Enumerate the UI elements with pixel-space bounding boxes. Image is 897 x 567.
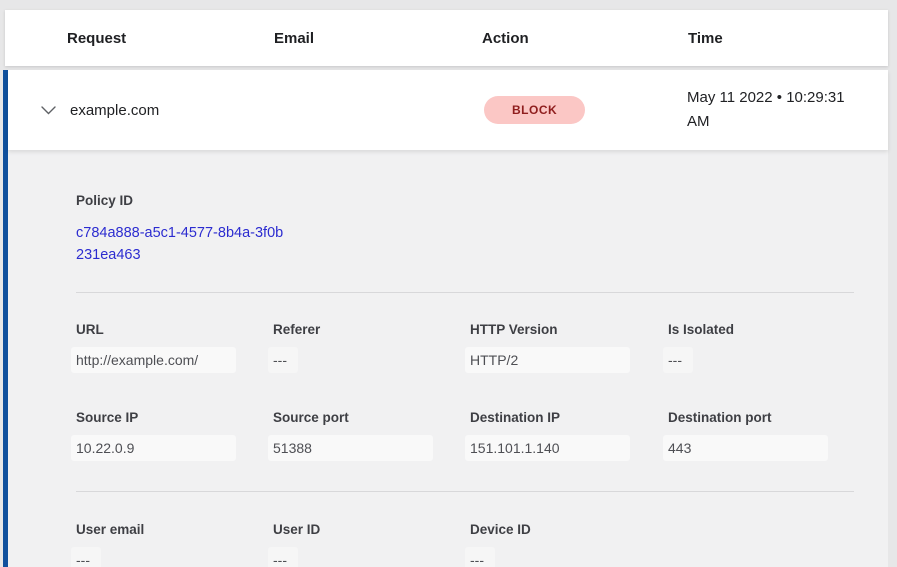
column-header-email: Email (274, 30, 482, 47)
field-user-id-label: User ID (273, 522, 470, 537)
field-is-isolated-label: Is Isolated (668, 322, 854, 337)
row-action-cell: BLOCK (484, 96, 687, 124)
logs-page: Request Email Action Time example.com BL… (0, 0, 897, 567)
field-destination-port: Destination port 443 (668, 410, 854, 461)
table-row[interactable]: example.com BLOCK May 11 2022 • 10:29:31… (8, 70, 888, 150)
expanded-record-card: example.com BLOCK May 11 2022 • 10:29:31… (3, 70, 888, 567)
field-user-email: User email --- (76, 522, 273, 567)
field-destination-ip-value: 151.101.1.140 (465, 435, 630, 461)
field-destination-port-value: 443 (663, 435, 828, 461)
field-destination-ip-label: Destination IP (470, 410, 668, 425)
field-device-id-label: Device ID (470, 522, 668, 537)
field-url: URL http://example.com/ (76, 322, 273, 373)
field-user-email-label: User email (76, 522, 273, 537)
details-row-user: User email --- User ID --- Device ID --- (76, 522, 854, 567)
field-destination-port-label: Destination port (668, 410, 854, 425)
field-referer: Referer --- (273, 322, 470, 373)
field-source-ip: Source IP 10.22.0.9 (76, 410, 273, 461)
field-user-email-value: --- (71, 547, 101, 567)
policy-id-label: Policy ID (76, 193, 286, 208)
section-divider (76, 292, 854, 293)
field-http-version: HTTP Version HTTP/2 (470, 322, 668, 373)
field-source-ip-value: 10.22.0.9 (71, 435, 236, 461)
record-details-panel: Policy ID c784a888-a5c1-4577-8b4a-3f0b23… (8, 150, 888, 567)
column-header-time: Time (688, 30, 888, 47)
field-is-isolated: Is Isolated --- (668, 322, 854, 373)
details-row-http: URL http://example.com/ Referer --- HTTP… (76, 322, 854, 373)
field-destination-ip: Destination IP 151.101.1.140 (470, 410, 668, 461)
field-source-port: Source port 51388 (273, 410, 470, 461)
field-device-id-value: --- (465, 547, 495, 567)
section-divider (76, 491, 854, 492)
field-user-id: User ID --- (273, 522, 470, 567)
field-referer-label: Referer (273, 322, 470, 337)
field-referer-value: --- (268, 347, 298, 373)
row-time-value: May 11 2022 • 10:29:31 AM (687, 86, 888, 134)
policy-id-link[interactable]: c784a888-a5c1-4577-8b4a-3f0b231ea463 (76, 223, 286, 266)
field-is-isolated-value: --- (663, 347, 693, 373)
field-device-id: Device ID --- (470, 522, 668, 567)
row-expand-toggle[interactable] (8, 106, 70, 115)
field-source-port-value: 51388 (268, 435, 433, 461)
field-user-id-value: --- (268, 547, 298, 567)
chevron-down-icon (41, 106, 56, 115)
table-header: Request Email Action Time (5, 10, 888, 66)
field-url-value: http://example.com/ (71, 347, 236, 373)
row-request-value: example.com (70, 102, 484, 119)
details-row-network: Source IP 10.22.0.9 Source port 51388 De… (76, 410, 854, 461)
field-http-version-value: HTTP/2 (465, 347, 630, 373)
status-badge-block: BLOCK (484, 96, 585, 124)
column-header-action: Action (482, 30, 688, 47)
field-spacer (668, 522, 854, 567)
field-source-port-label: Source port (273, 410, 470, 425)
policy-id-block: Policy ID c784a888-a5c1-4577-8b4a-3f0b23… (76, 193, 286, 266)
field-source-ip-label: Source IP (76, 410, 273, 425)
field-url-label: URL (76, 322, 273, 337)
column-header-request: Request (67, 30, 274, 47)
field-http-version-label: HTTP Version (470, 322, 668, 337)
